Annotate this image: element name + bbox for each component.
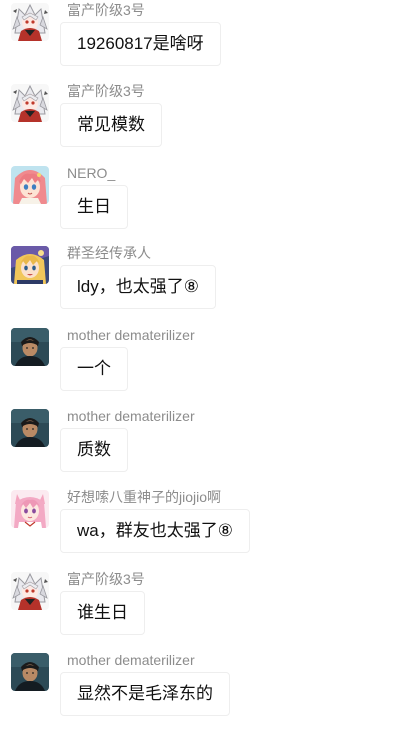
message-bubble[interactable]: 质数 (60, 428, 128, 472)
sender-name[interactable]: 富产阶级3号 (67, 2, 145, 18)
message-bubble[interactable]: 19260817是啥呀 (60, 22, 221, 66)
white-hair-anime-girl-icon[interactable] (11, 3, 49, 41)
message-bubble[interactable]: 常见模数 (60, 103, 162, 147)
message-bubble[interactable]: 显然不是毛泽东的 (60, 672, 230, 716)
chat-message: mother dematerilizer 质数 (0, 406, 408, 486)
message-bubble[interactable]: wa，群友也太强了⑧ (60, 509, 250, 553)
sender-name[interactable]: mother dematerilizer (67, 327, 195, 343)
pink-hair-anime-girl-icon[interactable] (11, 166, 49, 204)
message-bubble[interactable]: 谁生日 (60, 591, 145, 635)
sender-name[interactable]: NERO_ (67, 165, 115, 181)
blonde-anime-girl-icon[interactable] (11, 246, 49, 284)
chat-message: 富产阶级3号 19260817是啥呀 (0, 0, 408, 80)
message-bubble[interactable]: 生日 (60, 185, 128, 229)
chat-message: mother dematerilizer 一个 (0, 325, 408, 405)
chat-message: mother dematerilizer 显然不是毛泽东的 (0, 650, 408, 730)
man-portrait-icon[interactable] (11, 409, 49, 447)
sender-name[interactable]: 富产阶级3号 (67, 83, 145, 99)
white-hair-anime-girl-icon[interactable] (11, 84, 49, 122)
message-bubble[interactable]: 一个 (60, 347, 128, 391)
man-portrait-icon[interactable] (11, 328, 49, 366)
sender-name[interactable]: 富产阶级3号 (67, 571, 145, 587)
sender-name[interactable]: mother dematerilizer (67, 652, 195, 668)
message-bubble[interactable]: ldy，也太强了⑧ (60, 265, 216, 309)
white-hair-anime-girl-icon[interactable] (11, 572, 49, 610)
chat-message: 富产阶级3号 谁生日 (0, 569, 408, 649)
chat-message: 好想嗦八重神子的jiojio啊 wa，群友也太强了⑧ (0, 487, 408, 567)
pink-fox-girl-icon[interactable] (11, 490, 49, 528)
sender-name[interactable]: mother dematerilizer (67, 408, 195, 424)
sender-name[interactable]: 好想嗦八重神子的jiojio啊 (67, 489, 221, 505)
sender-name[interactable]: 群圣经传承人 (67, 245, 151, 261)
chat-message-list: 富产阶级3号 19260817是啥呀 富产阶级3号 常见模数 NERO_ 生日 … (0, 0, 408, 721)
chat-message: NERO_ 生日 (0, 163, 408, 243)
chat-message: 富产阶级3号 常见模数 (0, 81, 408, 161)
man-portrait-icon[interactable] (11, 653, 49, 691)
chat-message: 群圣经传承人 ldy，也太强了⑧ (0, 243, 408, 323)
